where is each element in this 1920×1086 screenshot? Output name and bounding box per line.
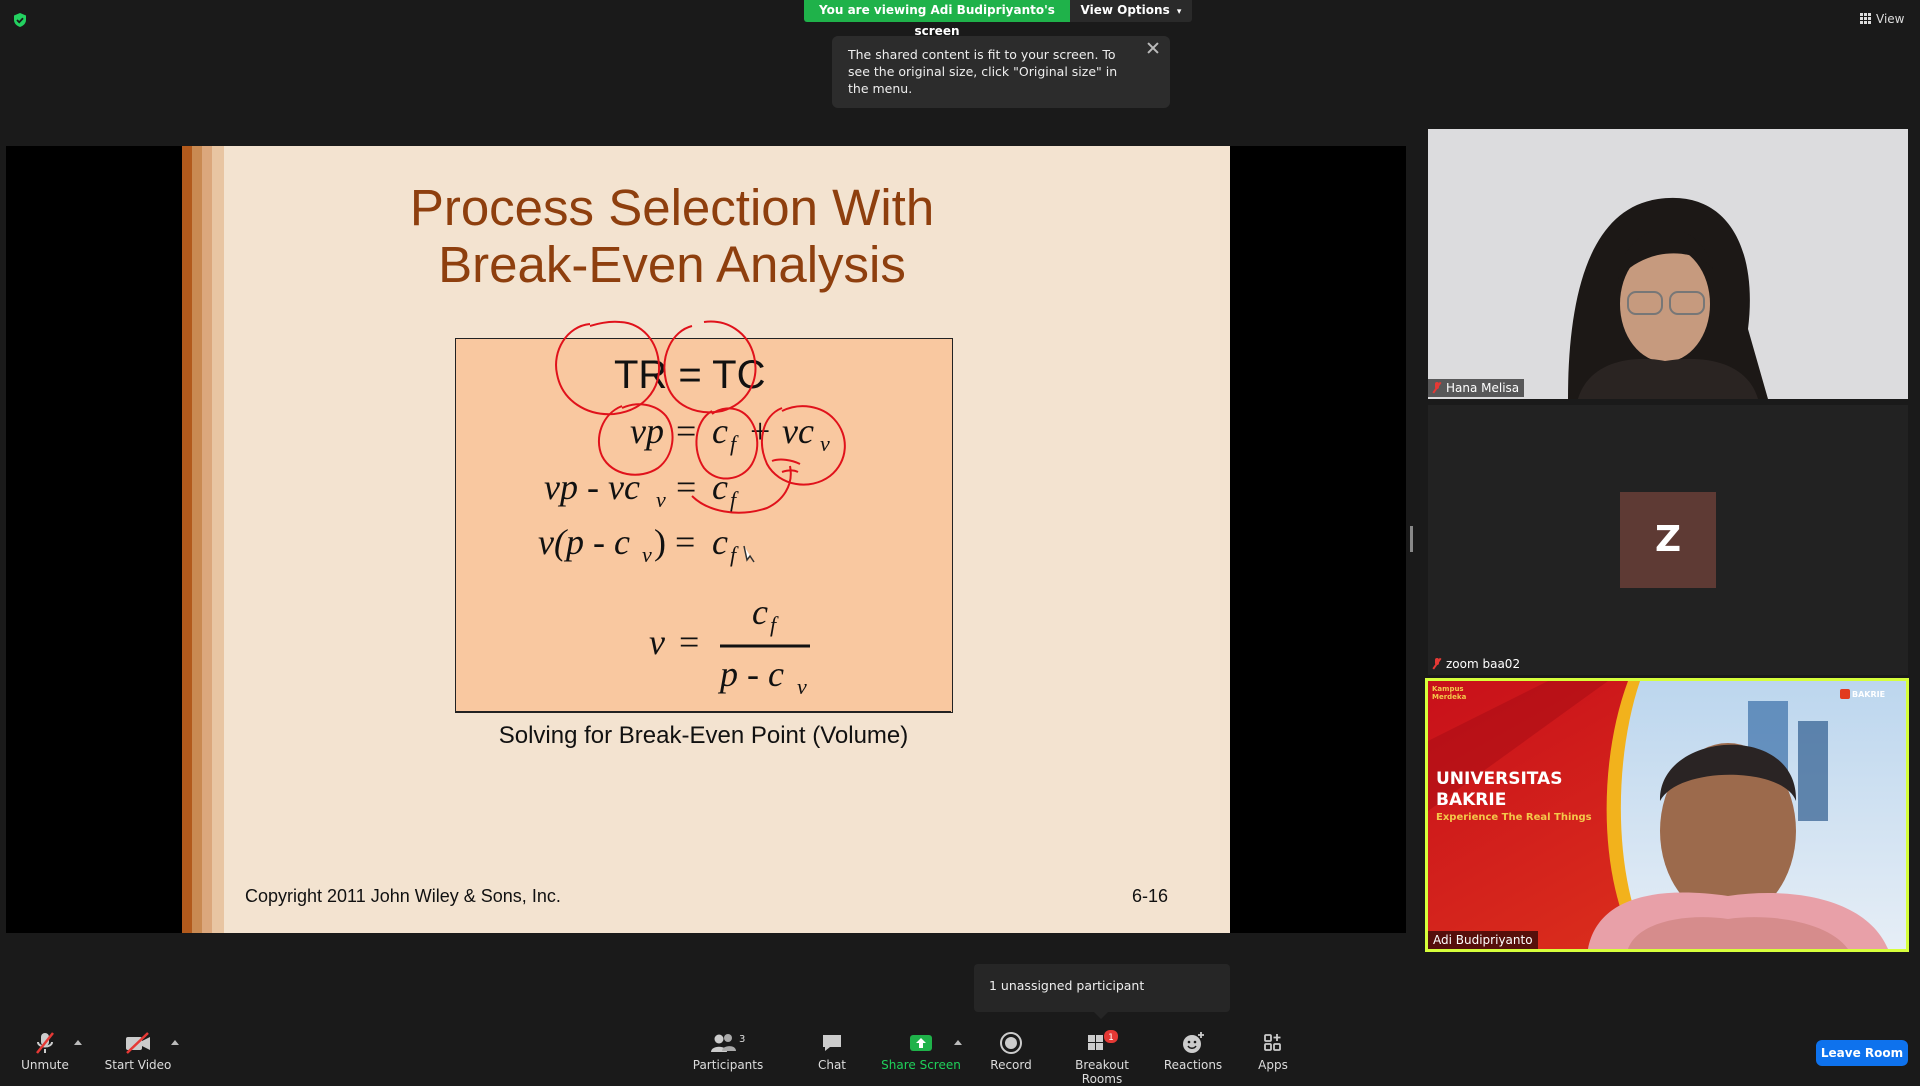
avatar: Z xyxy=(1620,492,1716,588)
formula-tr-tc: TR = TC xyxy=(614,353,766,397)
share-screen-icon xyxy=(910,1035,932,1051)
leave-room-button[interactable]: Leave Room xyxy=(1816,1040,1908,1066)
formula-sub-f3: f xyxy=(730,542,739,567)
notice-pointer xyxy=(1094,1012,1108,1019)
breakout-badge: 1 xyxy=(1108,1033,1114,1043)
viewing-screen-banner: You are viewing Adi Budipriyanto's scree… xyxy=(804,0,1070,38)
participant-video-image xyxy=(1428,129,1908,399)
security-shield-icon[interactable] xyxy=(12,12,28,28)
fit-to-screen-tooltip: The shared content is fit to your screen… xyxy=(832,36,1170,108)
formula-sub-v2: v xyxy=(656,487,666,512)
formula-line5-num: c xyxy=(752,592,768,632)
grid-view-icon xyxy=(1860,13,1871,24)
apps-button[interactable]: Apps xyxy=(1228,1030,1318,1072)
tooltip-text: The shared content is fit to your screen… xyxy=(848,47,1118,96)
formula-line4-rest: ) = xyxy=(654,522,695,562)
formula-line2-plus: + xyxy=(750,411,770,451)
bakrie-logo-text: BAKRIE xyxy=(1852,690,1886,699)
chat-button[interactable]: Chat xyxy=(787,1030,877,1072)
reactions-icon xyxy=(1183,1032,1204,1053)
formula-sub-v4: v xyxy=(797,674,807,699)
formula-sub-f4: f xyxy=(770,612,779,637)
chat-label: Chat xyxy=(817,1058,847,1072)
audio-options-caret[interactable] xyxy=(74,1040,82,1045)
unmute-button[interactable]: Unmute xyxy=(0,1030,90,1072)
microphone-muted-icon xyxy=(1433,382,1441,393)
participant-name-tag: Hana Melisa xyxy=(1428,379,1525,397)
microphone-muted-icon xyxy=(1433,658,1441,669)
view-options-label: View Options xyxy=(1080,3,1170,17)
unmute-label: Unmute xyxy=(21,1058,69,1072)
kampus-merdeka-logo: Kampus Merdeka xyxy=(1432,685,1467,701)
formula-line2-vc: vc xyxy=(782,411,814,451)
formula-line2-cf: c xyxy=(712,411,728,451)
bakrie-logo: BAKRIE xyxy=(1840,689,1885,699)
record-button[interactable]: Record xyxy=(966,1030,1056,1072)
formula-line5-den: p - c xyxy=(717,654,784,694)
formula-sub-v3: v xyxy=(642,542,652,567)
participants-icon: 3 xyxy=(711,1034,745,1052)
formula-sub-f2: f xyxy=(730,487,739,512)
formula-line3-cf: c xyxy=(712,467,728,507)
banner-title-line1: UNIVERSITAS xyxy=(1436,769,1563,789)
start-video-label: Start Video xyxy=(104,1058,172,1072)
breakout-rooms-button[interactable]: 1 Breakout Rooms xyxy=(1057,1030,1147,1086)
participants-button[interactable]: 3 Participants xyxy=(683,1030,773,1072)
slide-page-number: 6-16 xyxy=(1132,886,1169,906)
video-tile-hana-melisa[interactable]: Hana Melisa xyxy=(1428,129,1908,399)
formula-line4-left: v(p - c xyxy=(538,522,630,562)
formula-line4-cf: c xyxy=(712,522,728,562)
participant-name: Hana Melisa xyxy=(1446,381,1520,395)
start-video-button[interactable]: Start Video xyxy=(93,1030,183,1072)
share-screen-label: Share Screen xyxy=(881,1058,961,1072)
view-label: View xyxy=(1876,12,1905,26)
formula-line5-v: v xyxy=(649,622,665,662)
slide-copyright: Copyright 2011 John Wiley & Sons, Inc. xyxy=(245,886,561,906)
participant-name-tag: Adi Budipriyanto xyxy=(1428,931,1538,949)
participant-name: zoom baa02 xyxy=(1446,657,1521,671)
view-button[interactable]: View xyxy=(1860,12,1904,26)
record-icon xyxy=(1000,1032,1022,1054)
view-options-button[interactable]: View Options ▾ xyxy=(1070,0,1192,22)
apps-icon xyxy=(1264,1034,1281,1051)
video-tile-adi-budipriyanto[interactable]: UNIVERSITAS BAKRIE Experience The Real T… xyxy=(1425,678,1909,952)
breakout-rooms-label: Breakout Rooms xyxy=(1075,1058,1129,1086)
formula-drawing: TR = TC vp = c f + vc v vp - vc v = c f … xyxy=(538,320,846,699)
panel-resize-handle[interactable] xyxy=(1410,526,1413,552)
formula-line3-eq: = xyxy=(676,467,696,507)
unassigned-participant-notice: 1 unassigned participant xyxy=(974,964,1230,1012)
formula-line5-eq: = xyxy=(679,622,699,662)
banner-tagline: Experience The Real Things xyxy=(1436,812,1592,823)
formula-sub-v1: v xyxy=(820,431,830,456)
participant-name: Adi Budipriyanto xyxy=(1433,933,1533,947)
presentation-slide: Process Selection With Break-Even Analys… xyxy=(182,146,1230,933)
reactions-label: Reactions xyxy=(1163,1058,1223,1072)
breakout-rooms-icon: 1 xyxy=(1088,1030,1118,1050)
reactions-button[interactable]: Reactions xyxy=(1148,1030,1238,1072)
banner-title-line2: BAKRIE xyxy=(1436,790,1507,810)
microphone-muted-icon xyxy=(36,1032,54,1054)
record-label: Record xyxy=(990,1058,1032,1072)
mouse-cursor-icon xyxy=(743,545,755,563)
formula-line2-left: vp xyxy=(630,411,664,451)
share-screen-button[interactable]: Share Screen xyxy=(876,1030,966,1072)
apps-label: Apps xyxy=(1258,1058,1288,1072)
share-options-caret[interactable] xyxy=(954,1040,962,1045)
formula-sub-f1: f xyxy=(730,431,739,456)
background-banner-title: UNIVERSITAS BAKRIE xyxy=(1436,769,1562,811)
video-options-caret[interactable] xyxy=(171,1040,179,1045)
video-off-icon xyxy=(126,1032,150,1054)
participants-count: 3 xyxy=(739,1034,745,1045)
close-icon[interactable] xyxy=(1146,41,1160,55)
formula-line2-eq: = xyxy=(676,411,696,451)
chat-icon xyxy=(823,1035,841,1051)
participants-label: Participants xyxy=(692,1058,764,1072)
chevron-down-icon: ▾ xyxy=(1176,7,1182,17)
participant-name-tag: zoom baa02 xyxy=(1428,655,1525,673)
